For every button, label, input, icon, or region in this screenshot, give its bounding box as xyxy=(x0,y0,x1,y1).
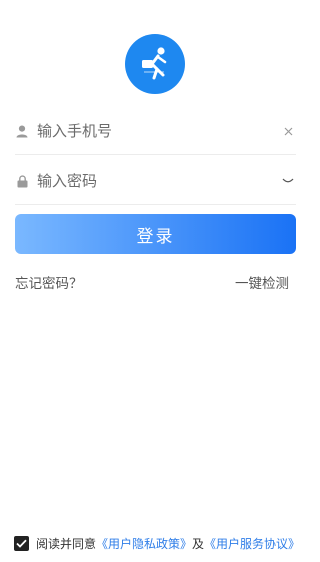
phone-field xyxy=(15,108,296,155)
app-logo xyxy=(125,34,185,94)
lock-icon xyxy=(15,174,29,188)
eye-closed-icon[interactable] xyxy=(280,173,296,189)
user-icon xyxy=(15,124,29,138)
agreement-row: 阅读并同意 《用户隐私政策》 及 《用户服务协议》 xyxy=(14,535,306,552)
one-key-detect-link[interactable]: 一键检测 xyxy=(235,272,289,292)
privacy-policy-link[interactable]: 《用户隐私政策》 xyxy=(96,535,192,552)
checkmark-icon xyxy=(16,539,27,548)
agree-checkbox[interactable] xyxy=(14,536,29,551)
forgot-password-link[interactable]: 忘记密码？ xyxy=(15,272,83,292)
agreement-joiner: 及 xyxy=(192,537,205,551)
clear-icon[interactable] xyxy=(280,123,296,139)
password-field xyxy=(15,158,296,205)
phone-input[interactable] xyxy=(37,122,280,140)
password-input[interactable] xyxy=(37,172,280,190)
running-courier-icon xyxy=(142,47,167,80)
agreement-prefix: 阅读并同意 xyxy=(36,537,97,551)
service-agreement-link[interactable]: 《用户服务协议》 xyxy=(204,535,300,552)
login-button[interactable]: 登录 xyxy=(15,214,296,254)
link-row: 忘记密码？ 一键检测 xyxy=(15,272,289,292)
